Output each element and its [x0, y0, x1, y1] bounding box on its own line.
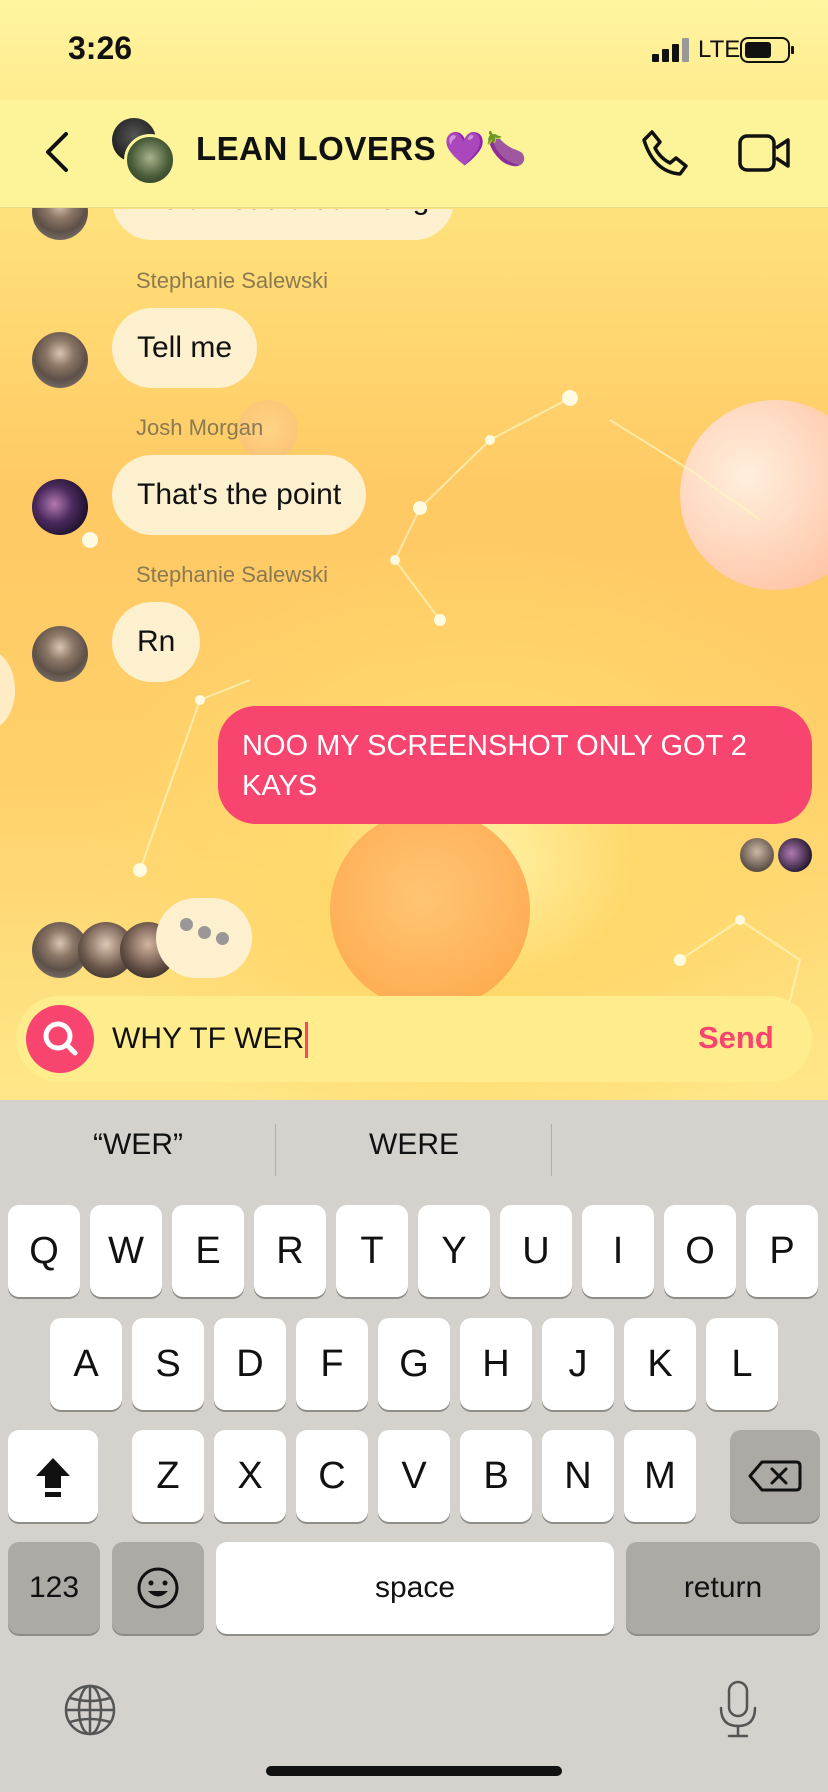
key[interactable]: H	[460, 1318, 532, 1410]
status-bar: 3:26 LTE	[0, 0, 828, 100]
shift-key[interactable]	[8, 1430, 98, 1522]
message-bubble[interactable]: That's the point	[112, 455, 367, 535]
emoji-icon	[137, 1567, 179, 1609]
shift-icon	[36, 1458, 70, 1497]
typing-indicator	[156, 898, 252, 978]
home-indicator[interactable]	[266, 1766, 562, 1776]
key[interactable]: Q	[8, 1205, 80, 1297]
avatar[interactable]	[32, 332, 88, 388]
sender-name: Stephanie Salewski	[136, 268, 329, 293]
key[interactable]: O	[664, 1205, 736, 1297]
search-icon	[43, 1021, 78, 1056]
back-arrow-icon[interactable]	[36, 122, 82, 182]
microphone-icon[interactable]	[714, 1678, 762, 1742]
backspace-icon	[748, 1460, 802, 1492]
chat-title-text: LEAN LOVERS	[196, 130, 437, 167]
key[interactable]: T	[336, 1205, 408, 1297]
chat-title-emoji: 💜🍆	[444, 130, 528, 167]
send-button[interactable]: Send	[698, 1016, 774, 1060]
outgoing-message-bubble[interactable]: NOO MY SCREENSHOT ONLY GOT 2 KAYS	[218, 706, 812, 824]
seen-avatar	[740, 838, 774, 872]
key[interactable]: M	[624, 1430, 696, 1522]
key[interactable]: N	[542, 1430, 614, 1522]
key[interactable]: Z	[132, 1430, 204, 1522]
divider	[551, 1124, 552, 1176]
key[interactable]: E	[172, 1205, 244, 1297]
keyboard: “WER” WERE Q W E R T Y U I O P A S D F G…	[0, 1100, 828, 1792]
sender-name: Josh Morgan	[136, 415, 264, 440]
key[interactable]: Y	[418, 1205, 490, 1297]
message-bubble[interactable]: Tell me	[112, 308, 258, 388]
key[interactable]: X	[214, 1430, 286, 1522]
suggestion-item[interactable]: “WER”	[0, 1128, 276, 1162]
signal-icon	[652, 38, 689, 62]
avatar[interactable]	[32, 479, 88, 535]
key[interactable]: W	[90, 1205, 162, 1297]
sender-name: Stephanie Salewski	[136, 562, 329, 587]
chat-header: LEAN LOVERS 💜🍆	[0, 100, 828, 208]
network-type: LTE	[698, 36, 741, 63]
group-avatar[interactable]	[112, 118, 178, 186]
phone-icon[interactable]	[640, 128, 690, 178]
chat-title[interactable]: LEAN LOVERS 💜🍆	[196, 130, 527, 169]
search-button[interactable]	[26, 1005, 94, 1073]
message-input-value: WHY TF WER	[112, 1022, 305, 1055]
seen-avatar	[778, 838, 812, 872]
suggestion-bar: “WER” WERE	[0, 1100, 828, 1198]
key[interactable]: C	[296, 1430, 368, 1522]
status-time: 3:26	[68, 30, 133, 66]
numbers-key[interactable]: 123	[8, 1542, 100, 1634]
key[interactable]: B	[460, 1430, 532, 1522]
key[interactable]: R	[254, 1205, 326, 1297]
key[interactable]: F	[296, 1318, 368, 1410]
key[interactable]: I	[582, 1205, 654, 1297]
key[interactable]: V	[378, 1430, 450, 1522]
key[interactable]: D	[214, 1318, 286, 1410]
key[interactable]: P	[746, 1205, 818, 1297]
key[interactable]: J	[542, 1318, 614, 1410]
video-camera-icon[interactable]	[738, 130, 790, 176]
suggestion-item[interactable]: WERE	[276, 1128, 552, 1162]
message-composer: WHY TF WER Send	[16, 996, 812, 1082]
text-caret	[305, 1022, 309, 1059]
battery-icon	[740, 37, 794, 63]
key[interactable]: U	[500, 1205, 572, 1297]
space-key[interactable]: space	[216, 1542, 614, 1634]
key[interactable]: A	[50, 1318, 122, 1410]
backspace-key[interactable]	[730, 1430, 820, 1522]
avatar[interactable]	[32, 626, 88, 682]
globe-icon[interactable]	[62, 1682, 118, 1738]
emoji-key[interactable]	[112, 1542, 204, 1634]
key[interactable]: G	[378, 1318, 450, 1410]
key[interactable]: K	[624, 1318, 696, 1410]
message-input[interactable]: WHY TF WER	[112, 1018, 612, 1060]
return-key[interactable]: return	[626, 1542, 820, 1634]
avatar	[124, 134, 176, 186]
key[interactable]: L	[706, 1318, 778, 1410]
key[interactable]: S	[132, 1318, 204, 1410]
message-bubble[interactable]: Rn	[112, 602, 201, 682]
